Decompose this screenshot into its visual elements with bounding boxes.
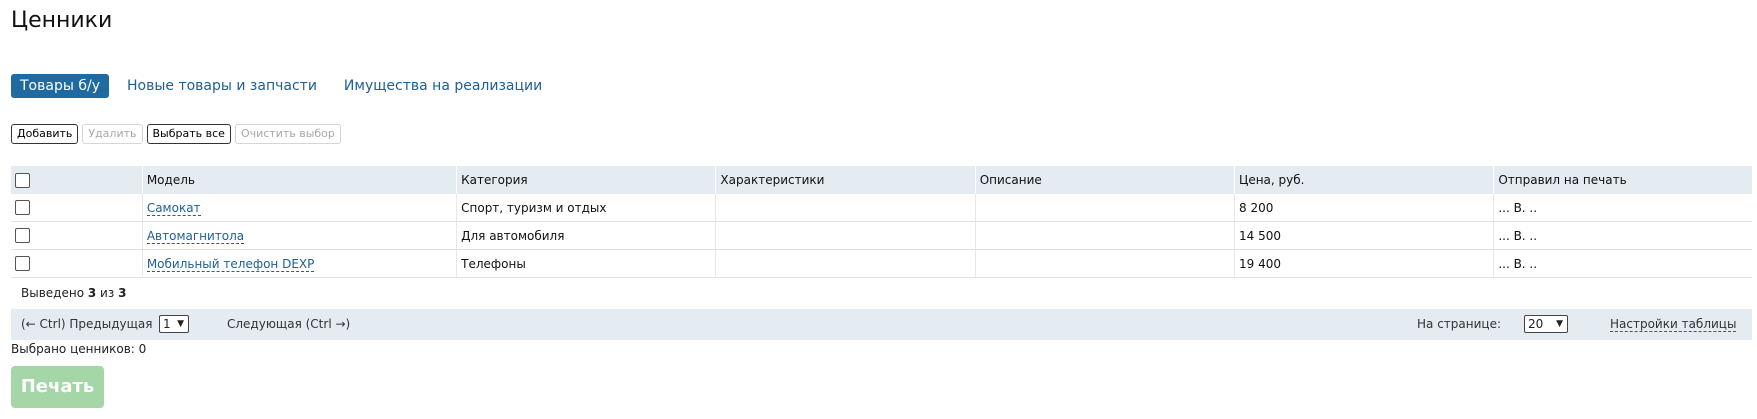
- model-link[interactable]: Мобильный телефон DEXP: [146, 256, 315, 272]
- column-header-sent-by[interactable]: Отправил на печать: [1493, 166, 1752, 194]
- add-button[interactable]: Добавить: [11, 124, 79, 144]
- results-summary: Выведено 3 из 3: [21, 286, 126, 300]
- model-cell: Мобильный телефон DEXP: [141, 249, 457, 278]
- tab-consignment-property[interactable]: Имущества на реализации: [335, 74, 551, 98]
- description-cell: [974, 249, 1235, 278]
- per-page-select[interactable]: 20 ▼: [1524, 315, 1568, 333]
- row-checkbox[interactable]: [15, 256, 30, 271]
- specs-cell: [715, 194, 976, 222]
- model-link[interactable]: Автомагнитола: [146, 228, 245, 244]
- select-all-button[interactable]: Выбрать все: [146, 124, 231, 144]
- clear-selection-button[interactable]: Очистить выбор: [234, 124, 341, 144]
- column-header-description[interactable]: Описание: [974, 166, 1235, 194]
- page-select-value: 1: [163, 317, 171, 331]
- column-header-category[interactable]: Категория: [456, 166, 716, 194]
- toolbar: Добавить Удалить Выбрать все Очистить вы…: [11, 124, 345, 144]
- row-select-cell: [11, 249, 143, 278]
- table-row: Мобильный телефон DEXP Телефоны 19 400 .…: [11, 249, 1752, 278]
- previous-page-link[interactable]: (← Ctrl) Предыдущая: [21, 317, 152, 331]
- specs-cell: [715, 249, 976, 278]
- delete-button[interactable]: Удалить: [82, 124, 143, 144]
- row-checkbox[interactable]: [15, 228, 30, 243]
- column-header-price[interactable]: Цена, руб.: [1234, 166, 1494, 194]
- selected-count: Выбрано ценников: 0: [11, 342, 147, 356]
- description-cell: [974, 221, 1235, 250]
- sent-by-cell: ... В. ..: [1493, 249, 1752, 278]
- description-cell: [974, 194, 1235, 222]
- model-cell: Самокат: [141, 194, 457, 222]
- category-cell: Телефоны: [456, 249, 716, 278]
- row-checkbox[interactable]: [15, 200, 30, 215]
- table-settings-link[interactable]: Настройки таблицы: [1610, 317, 1737, 332]
- row-select-cell: [11, 221, 143, 250]
- model-link[interactable]: Самокат: [146, 200, 201, 216]
- summary-of: из: [100, 286, 115, 300]
- price-cell: 19 400: [1234, 249, 1494, 278]
- chevron-down-icon: ▼: [177, 319, 184, 329]
- sent-by-cell: ... В. ..: [1493, 221, 1752, 250]
- sent-by-cell: ... В. ..: [1493, 194, 1752, 222]
- specs-cell: [715, 221, 976, 250]
- per-page-label: На странице:: [1417, 317, 1501, 331]
- column-header-model[interactable]: Модель: [141, 166, 457, 194]
- print-button[interactable]: Печать: [11, 366, 104, 408]
- category-cell: Спорт, туризм и отдых: [456, 194, 716, 222]
- page-title: Ценники: [11, 8, 113, 33]
- price-tags-table: Модель Категория Характеристики Описание…: [11, 166, 1752, 278]
- summary-prefix: Выведено: [21, 286, 85, 300]
- model-cell: Автомагнитола: [141, 221, 457, 250]
- select-all-checkbox[interactable]: [15, 172, 30, 188]
- table-row: Самокат Спорт, туризм и отдых 8 200 ... …: [11, 194, 1752, 222]
- summary-total-count: 3: [118, 286, 127, 300]
- per-page-select-value: 20: [1528, 317, 1544, 331]
- tab-used-goods[interactable]: Товары б/у: [11, 74, 109, 98]
- price-cell: 8 200: [1234, 194, 1494, 222]
- table-header-row: Модель Категория Характеристики Описание…: [11, 166, 1752, 194]
- pagination-bar: (← Ctrl) Предыдущая 1 ▼ Следующая (Ctrl …: [11, 309, 1752, 340]
- tab-bar: Товары б/у Новые товары и запчасти Имуще…: [11, 74, 560, 98]
- price-cell: 14 500: [1234, 221, 1494, 250]
- summary-shown-count: 3: [87, 286, 97, 300]
- next-page-link[interactable]: Следующая (Ctrl →): [227, 317, 350, 331]
- tab-new-goods-and-parts[interactable]: Новые товары и запчасти: [118, 74, 326, 98]
- page-select[interactable]: 1 ▼: [159, 315, 189, 333]
- column-header-specs[interactable]: Характеристики: [715, 166, 976, 194]
- row-select-cell: [11, 194, 143, 222]
- chevron-down-icon: ▼: [1556, 319, 1563, 329]
- category-cell: Для автомобиля: [456, 221, 716, 250]
- table-row: Автомагнитола Для автомобиля 14 500 ... …: [11, 221, 1752, 250]
- header-select-cell: [11, 166, 143, 194]
